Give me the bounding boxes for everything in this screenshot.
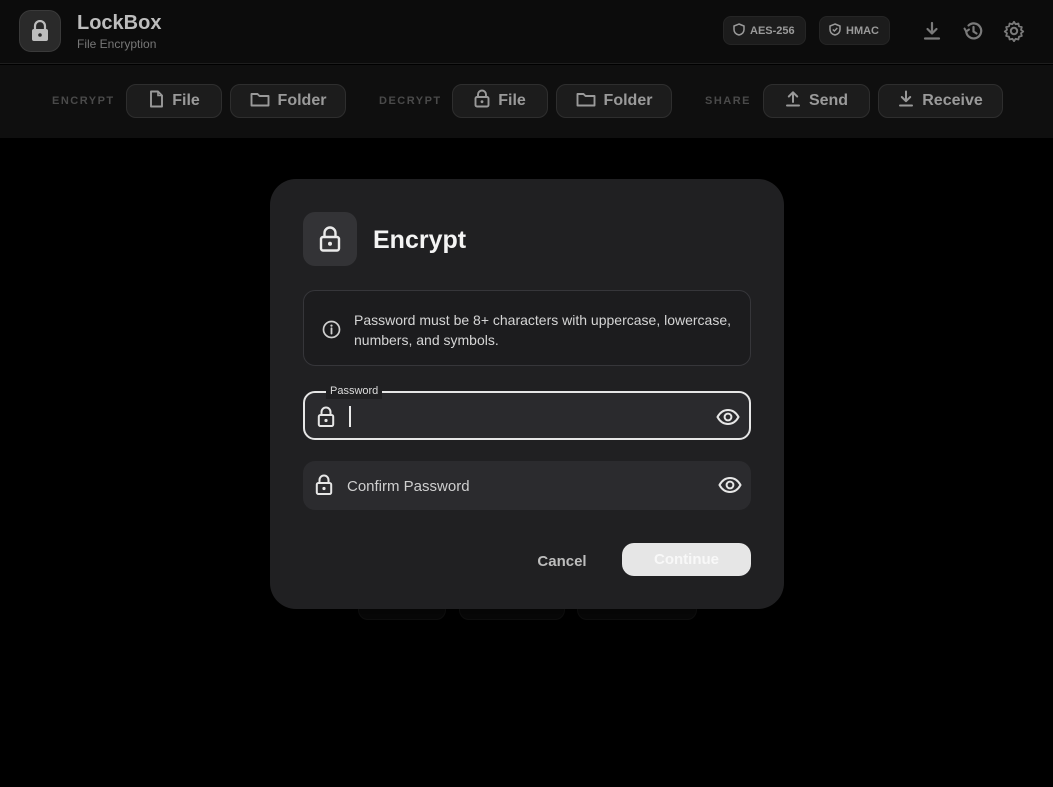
send-button[interactable]: Send (763, 84, 870, 118)
download-icon (898, 90, 914, 112)
hmac-badge-label: HMAC (846, 24, 879, 37)
eye-icon[interactable] (717, 473, 743, 497)
encrypt-dialog: Encrypt Password must be 8+ characters w… (270, 179, 784, 609)
encrypt-folder-label: Folder (277, 92, 327, 109)
encrypt-file-button[interactable]: File (126, 84, 222, 118)
lock-logo-icon (19, 10, 61, 52)
file-icon (148, 90, 164, 113)
cancel-button[interactable]: Cancel (527, 551, 597, 571)
history-icon[interactable] (960, 18, 986, 44)
folder-icon (250, 91, 270, 112)
lock-icon (474, 89, 490, 113)
decrypt-file-label: File (498, 92, 526, 109)
info-icon (321, 319, 341, 339)
lock-icon (315, 405, 337, 429)
download-icon[interactable] (919, 18, 945, 44)
aes-badge-label: AES-256 (750, 24, 795, 37)
action-toolbar: ENCRYPT File Folder DECRYPT File Folder … (0, 65, 1053, 138)
aes-badge: AES-256 (723, 16, 806, 45)
continue-button[interactable]: Continue (622, 543, 751, 576)
dialog-title: Encrypt (373, 226, 467, 254)
encrypt-file-label: File (172, 92, 200, 109)
decrypt-folder-label: Folder (603, 92, 653, 109)
decrypt-group-label: DECRYPT (379, 95, 442, 107)
app-header: LockBox File Encryption AES-256 HMAC (0, 0, 1053, 64)
password-requirements-text: Password must be 8+ characters with uppe… (354, 312, 732, 348)
password-label: Password (326, 383, 383, 399)
encrypt-folder-button[interactable]: Folder (230, 84, 346, 118)
receive-button[interactable]: Receive (878, 84, 1003, 118)
gear-icon[interactable] (1001, 18, 1027, 44)
confirm-password-field[interactable] (303, 461, 751, 510)
encrypt-group-label: ENCRYPT (52, 95, 115, 107)
confirm-password-input[interactable] (347, 473, 707, 500)
decrypt-file-button[interactable]: File (452, 84, 548, 118)
password-requirements-notice: Password must be 8+ characters with uppe… (303, 290, 751, 366)
receive-label: Receive (922, 92, 983, 109)
send-label: Send (808, 92, 849, 109)
app-title: LockBox (77, 12, 162, 34)
lock-icon (313, 473, 335, 497)
hmac-badge: HMAC (819, 16, 890, 45)
folder-icon (576, 91, 596, 112)
lock-icon (303, 212, 357, 266)
password-input[interactable] (349, 403, 709, 430)
share-group-label: SHARE (705, 95, 752, 107)
shield-icon (733, 22, 745, 39)
decrypt-folder-button[interactable]: Folder (556, 84, 672, 118)
upload-icon (785, 90, 801, 112)
app-subtitle: File Encryption (77, 37, 157, 51)
password-field[interactable]: Password (303, 383, 751, 440)
shield-check-icon (829, 22, 841, 39)
eye-icon[interactable] (715, 405, 741, 429)
